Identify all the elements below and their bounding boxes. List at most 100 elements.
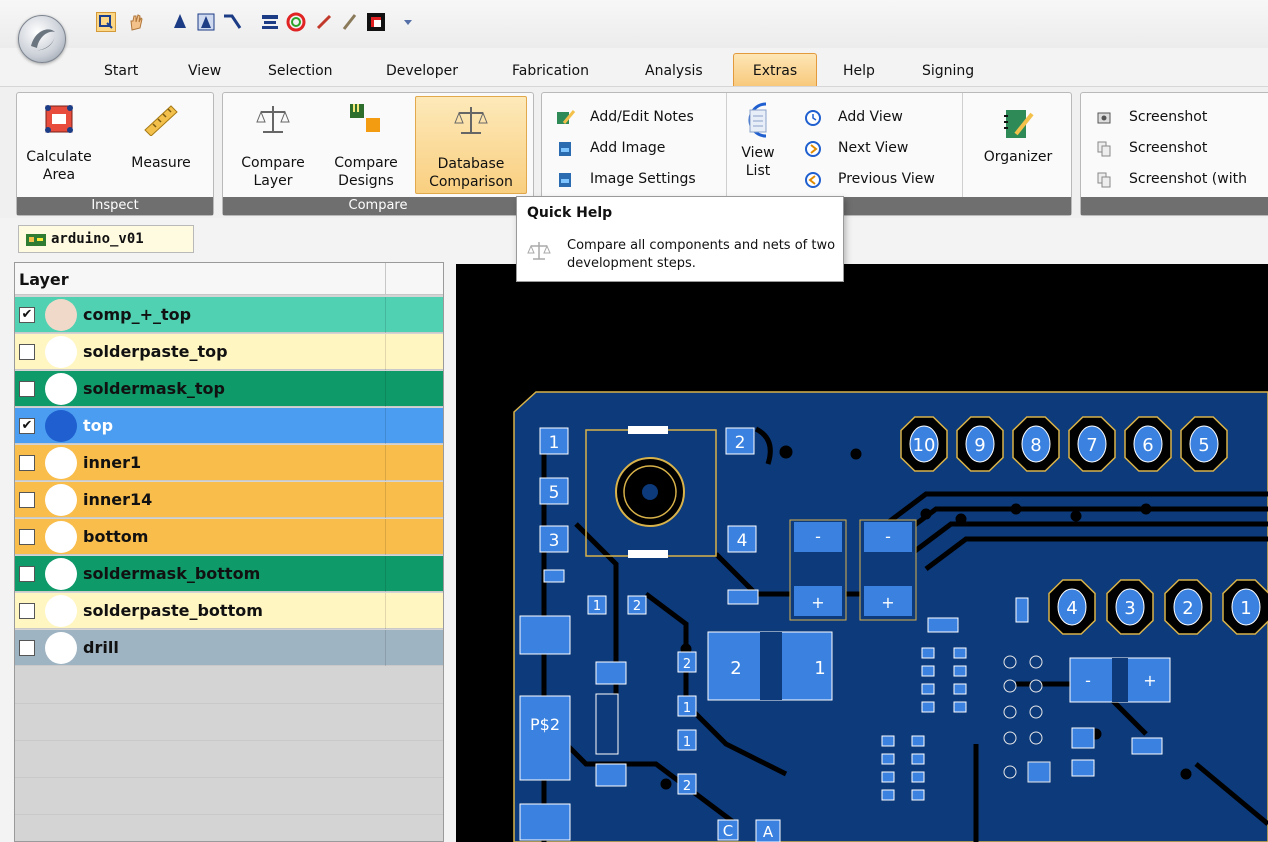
document-tab-arduino[interactable]: arduino_v01 bbox=[18, 225, 194, 253]
layer-color-swatch[interactable] bbox=[45, 410, 77, 442]
previous-view-icon bbox=[805, 172, 821, 188]
view-list-button[interactable]: View List bbox=[734, 96, 782, 194]
app-logo-icon bbox=[31, 29, 55, 51]
tab-extras[interactable]: Extras bbox=[733, 53, 817, 86]
diode: 2 1 bbox=[707, 631, 833, 701]
pad-label: C bbox=[723, 822, 733, 840]
capacitor: - + bbox=[789, 519, 847, 621]
empty-layer-row bbox=[15, 741, 443, 778]
layer-visibility-checkbox[interactable] bbox=[19, 381, 35, 397]
scale-icon bbox=[256, 106, 290, 133]
app-menu-button[interactable] bbox=[18, 15, 66, 63]
layer-row[interactable]: solderpaste_bottom bbox=[15, 593, 443, 629]
layer-color-swatch[interactable] bbox=[45, 558, 77, 590]
quick-help-tooltip: Quick Help Compare all components and ne… bbox=[516, 196, 844, 282]
tab-developer[interactable]: Developer bbox=[378, 60, 466, 82]
measure-button[interactable]: Measure bbox=[121, 96, 201, 194]
pad-label: 4 bbox=[737, 531, 748, 551]
layer-color-swatch[interactable] bbox=[45, 632, 77, 664]
layer-row[interactable]: ✔ top bbox=[15, 408, 443, 444]
svg-text:1: 1 bbox=[683, 701, 691, 716]
layer-color-swatch[interactable] bbox=[45, 521, 77, 553]
circle-target-icon[interactable] bbox=[286, 12, 306, 32]
pad-label: A bbox=[763, 823, 774, 841]
layer-visibility-checkbox[interactable] bbox=[19, 603, 35, 619]
layer-row[interactable]: solderpaste_top bbox=[15, 334, 443, 370]
svg-text:2: 2 bbox=[730, 658, 741, 679]
layer-visibility-checkbox[interactable] bbox=[19, 344, 35, 360]
ruler-icon bbox=[144, 105, 178, 136]
layer-name: inner14 bbox=[83, 490, 153, 509]
layer-row[interactable]: soldermask_bottom bbox=[15, 556, 443, 592]
view-list-icon bbox=[748, 102, 767, 138]
layer-color-swatch[interactable] bbox=[45, 373, 77, 405]
pad-label: + bbox=[881, 593, 894, 612]
header-pad-label: 3 bbox=[1124, 598, 1135, 619]
layer-visibility-checkbox[interactable]: ✔ bbox=[19, 307, 35, 323]
layer-panel-header: Layer bbox=[15, 263, 443, 295]
tab-selection[interactable]: Selection bbox=[260, 60, 341, 82]
tab-start[interactable]: Start bbox=[96, 60, 146, 82]
layer-red-icon[interactable] bbox=[366, 12, 386, 32]
tab-view[interactable]: View bbox=[180, 60, 229, 82]
arrow-up-icon[interactable] bbox=[170, 12, 190, 32]
ribbon-tabs: Start View Selection Developer Fabricati… bbox=[0, 48, 1268, 86]
layer-visibility-checkbox[interactable] bbox=[19, 455, 35, 471]
layer-color-swatch[interactable] bbox=[45, 299, 77, 331]
calculate-area-button[interactable]: Calculate Area bbox=[23, 96, 95, 194]
layer-color-swatch[interactable] bbox=[45, 484, 77, 516]
layer-visibility-checkbox[interactable] bbox=[19, 640, 35, 656]
layer-color-swatch[interactable] bbox=[45, 447, 77, 479]
layer-row[interactable]: drill bbox=[15, 630, 443, 666]
layer-visibility-checkbox[interactable] bbox=[19, 529, 35, 545]
tab-analysis[interactable]: Analysis bbox=[637, 60, 711, 82]
capacitor: - + bbox=[859, 519, 917, 621]
layer-color-swatch[interactable] bbox=[45, 595, 77, 627]
header-pad-label: 1 bbox=[1240, 598, 1251, 619]
align-icon[interactable] bbox=[260, 12, 280, 32]
layer-row[interactable]: inner14 bbox=[15, 482, 443, 518]
pad-label: 1 bbox=[549, 433, 560, 453]
tab-signing[interactable]: Signing bbox=[914, 60, 982, 82]
layer-row[interactable]: ✔ comp_+_top bbox=[15, 297, 443, 333]
pencil-icon[interactable] bbox=[340, 12, 360, 32]
compare-designs-button[interactable]: Compare Designs bbox=[323, 96, 409, 194]
header-pad-label: 5 bbox=[1198, 435, 1209, 456]
tab-help[interactable]: Help bbox=[835, 60, 883, 82]
compare-layer-button[interactable]: Compare Layer bbox=[229, 96, 317, 194]
route-icon[interactable] bbox=[222, 12, 242, 32]
layer-row[interactable]: soldermask_top bbox=[15, 371, 443, 407]
svg-text:2: 2 bbox=[683, 779, 691, 794]
compare-group: Compare Layer Compare Designs Database C… bbox=[222, 92, 534, 216]
view-list-label: View List bbox=[741, 145, 775, 179]
svg-text:2: 2 bbox=[633, 599, 641, 614]
pcb-canvas[interactable]: 1 2 5 3 4 - + - + 2 1 - + P$2 2 1 1 2 1 … bbox=[456, 264, 1268, 842]
arrow-box-icon[interactable] bbox=[196, 12, 216, 32]
database-comparison-button[interactable]: Database Comparison bbox=[415, 96, 527, 194]
calculate-area-icon bbox=[45, 105, 73, 133]
layer-row[interactable]: inner1 bbox=[15, 445, 443, 481]
layer-visibility-checkbox[interactable] bbox=[19, 566, 35, 582]
organizer-button[interactable]: Organizer bbox=[974, 96, 1062, 194]
layer-name: solderpaste_bottom bbox=[83, 601, 263, 620]
header-pad-label: 6 bbox=[1142, 435, 1153, 456]
title-bar bbox=[0, 0, 1268, 63]
component-mark bbox=[628, 426, 668, 434]
tab-fabrication[interactable]: Fabrication bbox=[504, 60, 597, 82]
inspect-group: Calculate Area Measure Inspect bbox=[16, 92, 214, 216]
previous-view-label: Previous View bbox=[838, 171, 935, 187]
layer-row[interactable]: bottom bbox=[15, 519, 443, 555]
organizer-icon bbox=[1004, 110, 1034, 138]
scale-icon bbox=[527, 242, 551, 260]
select-tool-icon[interactable] bbox=[96, 12, 116, 32]
empty-layer-row bbox=[15, 815, 443, 841]
layer-color-swatch[interactable] bbox=[45, 336, 77, 368]
separator bbox=[726, 93, 727, 197]
layer-visibility-checkbox[interactable] bbox=[19, 492, 35, 508]
quick-access-dropdown-icon[interactable] bbox=[398, 12, 418, 32]
pan-hand-icon[interactable] bbox=[126, 12, 146, 32]
compare-designs-icon bbox=[350, 104, 380, 132]
pen-icon[interactable] bbox=[314, 12, 334, 32]
layer-visibility-checkbox[interactable]: ✔ bbox=[19, 418, 35, 434]
capacitor-right: - + bbox=[1069, 657, 1171, 703]
